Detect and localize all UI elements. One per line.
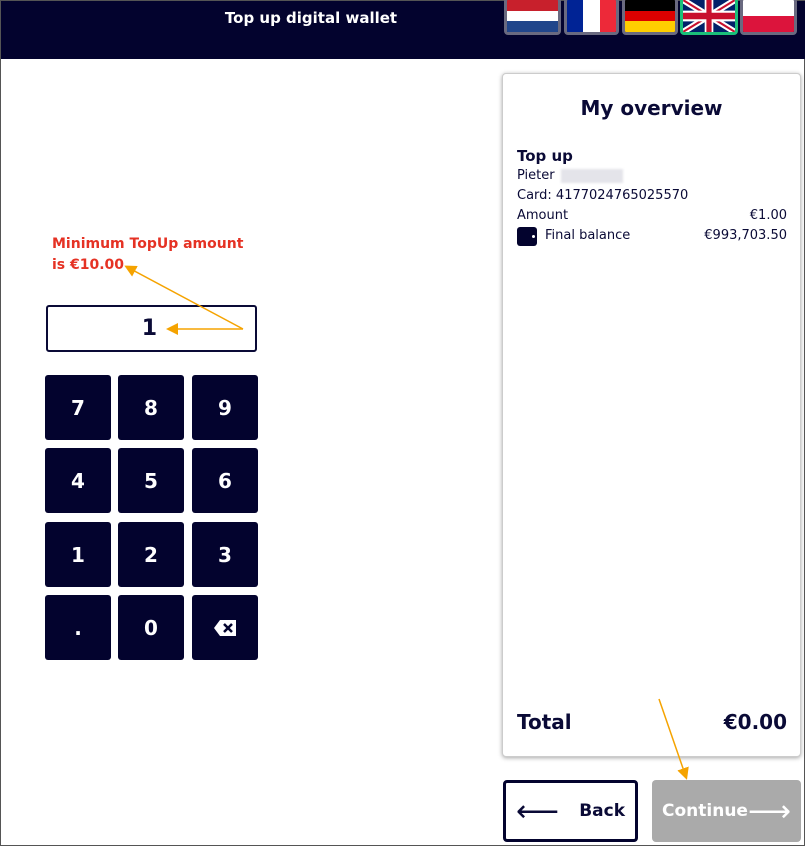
back-label: Back bbox=[579, 801, 625, 821]
amount-input[interactable]: 1 bbox=[46, 305, 257, 352]
continue-button[interactable]: Continue ⟶ bbox=[652, 780, 801, 842]
key-8[interactable]: 8 bbox=[118, 375, 184, 440]
flag-english[interactable] bbox=[680, 0, 738, 35]
arrow-left-icon: ⟵ bbox=[516, 793, 560, 829]
overview-card: My overview Top up Pieter Card: 41770247… bbox=[502, 73, 801, 757]
flag-polish[interactable] bbox=[740, 0, 797, 35]
total-label: Total bbox=[517, 710, 572, 734]
wallet-icon bbox=[517, 226, 537, 246]
key-7[interactable]: 7 bbox=[45, 375, 111, 440]
flag-french[interactable] bbox=[564, 0, 619, 35]
key-4[interactable]: 4 bbox=[45, 448, 111, 513]
annotation-note: Minimum TopUp amount is €10.00 bbox=[52, 234, 243, 276]
flag-german[interactable] bbox=[622, 0, 678, 35]
redacted-surname bbox=[560, 168, 623, 183]
key-3[interactable]: 3 bbox=[192, 522, 258, 587]
key-9[interactable]: 9 bbox=[192, 375, 258, 440]
total-value: €0.00 bbox=[723, 710, 787, 734]
arrow-right-icon: ⟶ bbox=[747, 793, 791, 829]
key-dot[interactable]: . bbox=[45, 595, 111, 660]
annotation-line: is €10.00 bbox=[52, 257, 125, 273]
key-0[interactable]: 0 bbox=[118, 595, 184, 660]
key-6[interactable]: 6 bbox=[192, 448, 258, 513]
backspace-key[interactable] bbox=[192, 595, 258, 660]
overview-title: My overview bbox=[580, 96, 723, 120]
annotation-line: Minimum TopUp amount bbox=[52, 236, 244, 252]
key-5[interactable]: 5 bbox=[118, 448, 184, 513]
flag-dutch[interactable] bbox=[504, 0, 561, 35]
key-1[interactable]: 1 bbox=[45, 522, 111, 587]
amount-label: Amount bbox=[517, 208, 569, 223]
backspace-icon bbox=[214, 619, 236, 636]
card-number: Card: 4177024765025570 bbox=[517, 188, 689, 203]
section-title: Top up bbox=[517, 147, 573, 165]
customer-name: Pieter bbox=[517, 168, 555, 183]
balance-value: €993,703.50 bbox=[704, 228, 787, 243]
back-button[interactable]: ⟵ Back bbox=[503, 780, 638, 842]
continue-label: Continue bbox=[662, 801, 748, 821]
header: Top up digital wallet bbox=[1, 0, 805, 59]
key-2[interactable]: 2 bbox=[118, 522, 184, 587]
balance-label: Final balance bbox=[545, 228, 631, 243]
amount-value: €1.00 bbox=[749, 208, 787, 223]
